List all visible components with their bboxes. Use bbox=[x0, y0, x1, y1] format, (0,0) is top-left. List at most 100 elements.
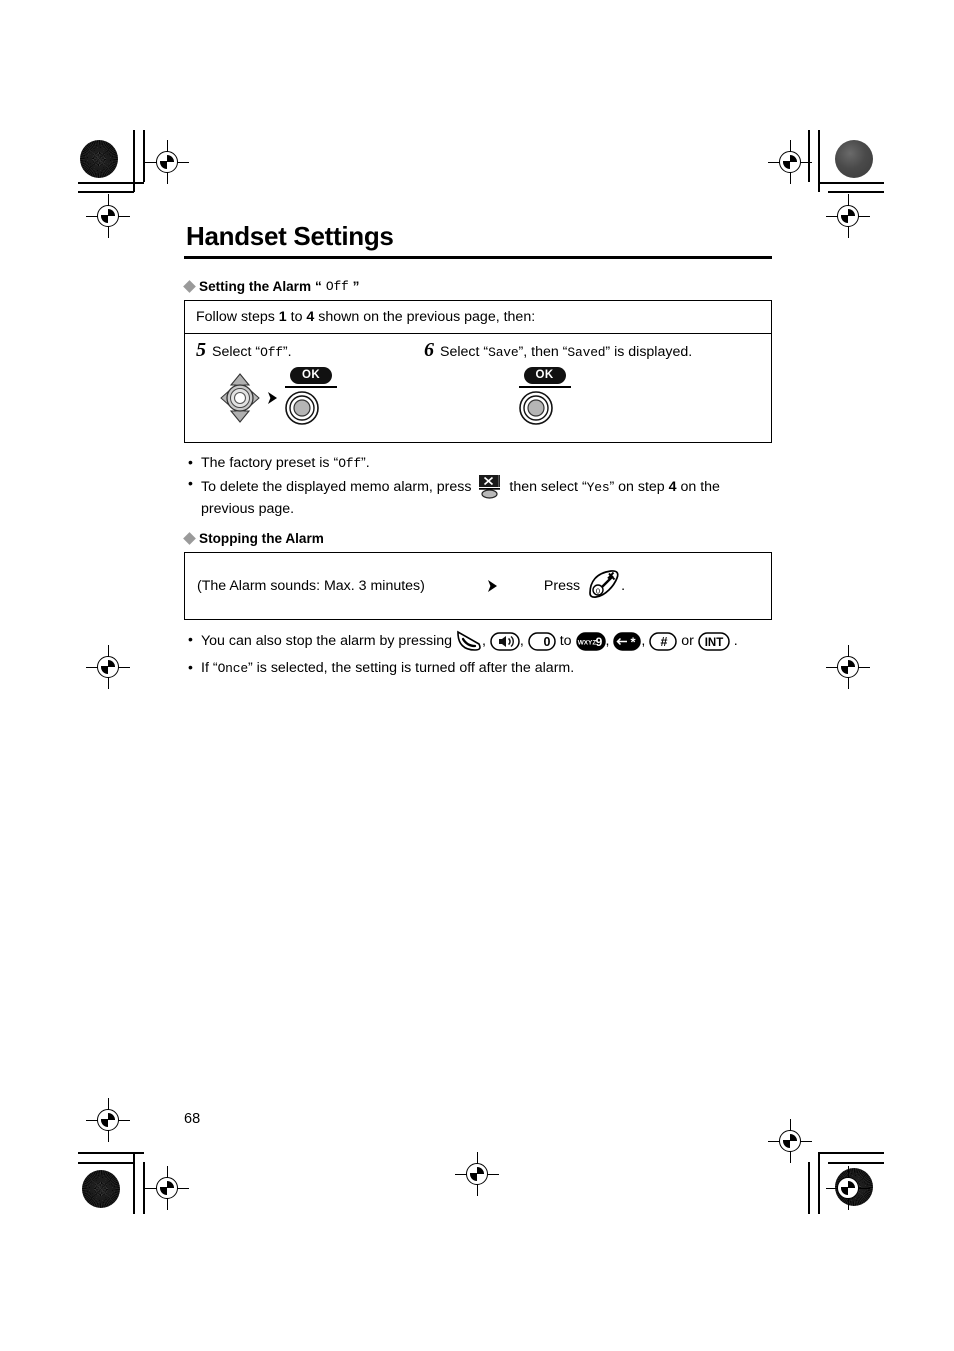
registration-target bbox=[826, 194, 870, 238]
list-item: If “Once” is selected, the setting is tu… bbox=[184, 657, 772, 679]
step-6-illustration: OK bbox=[424, 367, 761, 430]
steps-container: 5 Select “Off”. OK 6 Select “Save”, then… bbox=[185, 334, 771, 442]
comma-4: , bbox=[641, 632, 650, 649]
crop-rule bbox=[828, 191, 884, 193]
right-arrow-icon bbox=[267, 391, 278, 405]
step-6-text-value2: Saved bbox=[567, 345, 606, 361]
digit-9-key-icon: WXYZ 9 bbox=[575, 632, 606, 657]
section-heading-value: Off bbox=[325, 279, 349, 295]
alarm-off-notes: The factory preset is “Off”. To delete t… bbox=[184, 452, 772, 520]
note-text-to: to bbox=[555, 632, 576, 649]
svg-text:9: 9 bbox=[595, 635, 602, 649]
registration-target bbox=[455, 1152, 499, 1196]
note-text-post: ”. bbox=[361, 454, 370, 471]
note-text-pre: The factory preset is “ bbox=[201, 454, 339, 471]
registration-target bbox=[768, 140, 812, 184]
section-heading-text: Setting the Alarm bbox=[199, 279, 312, 295]
ok-key-icon: OK bbox=[285, 367, 337, 430]
section-heading-setting-alarm: Setting the Alarm “ Off ” bbox=[183, 279, 772, 295]
ok-key-underline bbox=[285, 386, 337, 388]
section-heading-quote-open: “ bbox=[315, 279, 322, 295]
star-key-icon: * bbox=[613, 632, 642, 657]
talk-key-icon bbox=[456, 630, 482, 658]
ok-key-underline bbox=[518, 386, 571, 388]
section-heading-quote-close: ” bbox=[352, 279, 360, 295]
svg-text:0: 0 bbox=[596, 586, 600, 595]
step-6-text-pre: Select “ bbox=[440, 344, 489, 361]
stopping-alarm-panel: (The Alarm sounds: Max. 3 minutes) Press… bbox=[184, 551, 772, 620]
navigator-key-icon bbox=[220, 373, 260, 424]
step-6-text-mid: ”, then “ bbox=[518, 344, 568, 361]
comma-3: , bbox=[605, 632, 614, 649]
crop-rule bbox=[818, 1152, 884, 1154]
note-text-or: or bbox=[677, 632, 698, 649]
diamond-bullet-icon bbox=[183, 531, 196, 545]
ok-key-button bbox=[285, 390, 337, 430]
panel-head-num1: 1 bbox=[278, 309, 287, 326]
hash-key-icon: # bbox=[649, 632, 678, 657]
right-arrow-icon bbox=[487, 579, 498, 593]
steps-panel-header: Follow steps 1 to 4 shown on the previou… bbox=[185, 301, 771, 335]
registration-target bbox=[86, 1098, 130, 1142]
digit-0-key-icon: 0 bbox=[528, 632, 556, 657]
note-step-number: 4 bbox=[668, 479, 677, 496]
stopping-alarm-notes: You can also stop the alarm by pressing … bbox=[184, 629, 772, 679]
step-5-number: 5 bbox=[196, 339, 206, 362]
registration-target bbox=[145, 140, 189, 184]
step-6: 6 Select “Save”, then “Saved” is display… bbox=[424, 340, 761, 430]
note-text-mid: then select “ bbox=[505, 479, 587, 496]
svg-text:WXYZ: WXYZ bbox=[577, 639, 596, 646]
svg-text:#: # bbox=[661, 635, 668, 649]
step-6-number: 6 bbox=[424, 339, 434, 362]
note-text-pre: You can also stop the alarm by pressing bbox=[201, 632, 456, 649]
crop-rule bbox=[828, 1162, 884, 1164]
color-calibration-dot bbox=[82, 1170, 120, 1208]
title-divider bbox=[184, 256, 772, 260]
color-calibration-dot bbox=[835, 140, 873, 178]
svg-text:INT: INT bbox=[705, 637, 724, 649]
note-value: Yes bbox=[586, 480, 610, 496]
note-text-post: ” is selected, the setting is turned off… bbox=[247, 660, 575, 677]
crop-rule bbox=[133, 1152, 135, 1214]
registration-target bbox=[826, 645, 870, 689]
step-5-text: Select “Off”. bbox=[212, 344, 292, 360]
registration-target bbox=[86, 645, 130, 689]
int-key-icon: INT bbox=[698, 632, 730, 657]
stopping-alarm-row: (The Alarm sounds: Max. 3 minutes) Press… bbox=[197, 569, 759, 603]
list-item: To delete the displayed memo alarm, pres… bbox=[184, 473, 772, 519]
step-6-text-value1: Save bbox=[488, 345, 519, 361]
note-value: Once bbox=[217, 661, 249, 677]
step-5-text-value: Off bbox=[260, 345, 283, 361]
section-heading-stopping-alarm: Stopping the Alarm bbox=[183, 530, 772, 546]
note-text-mid2: ” on step bbox=[609, 479, 669, 496]
panel-head-part3: shown on the previous page, then: bbox=[314, 309, 536, 326]
list-item: You can also stop the alarm by pressing … bbox=[184, 629, 772, 658]
crop-rule bbox=[808, 1162, 810, 1214]
alarm-duration-text: (The Alarm sounds: Max. 3 minutes) bbox=[197, 577, 425, 594]
section-heading-text: Stopping the Alarm bbox=[199, 530, 324, 546]
steps-panel: Follow steps 1 to 4 shown on the previou… bbox=[184, 300, 772, 443]
step-5: 5 Select “Off”. OK bbox=[196, 340, 424, 430]
registration-target bbox=[86, 194, 130, 238]
svg-text:0: 0 bbox=[543, 635, 550, 649]
note-text-post: . bbox=[729, 632, 738, 649]
step-5-text-post: ”. bbox=[282, 344, 292, 361]
crop-rule bbox=[78, 182, 144, 184]
ok-key-icon: OK bbox=[518, 367, 571, 430]
page-content: Handset Settings Setting the Alarm “ Off… bbox=[183, 221, 772, 679]
crop-rule bbox=[818, 1152, 820, 1214]
step-6-text-post: ” is displayed. bbox=[605, 344, 693, 361]
erase-key-icon bbox=[477, 474, 503, 500]
comma-2: , bbox=[519, 632, 528, 649]
crop-rule bbox=[818, 182, 884, 184]
speakerphone-key-icon bbox=[490, 632, 520, 657]
registration-target bbox=[768, 1119, 812, 1163]
step-6-text: Select “Save”, then “Saved” is displayed… bbox=[440, 344, 692, 360]
color-calibration-dot bbox=[80, 140, 118, 178]
step-5-text-pre: Select “ bbox=[212, 344, 261, 361]
off-hook-key-icon: 0 bbox=[587, 569, 621, 603]
registration-target bbox=[826, 1166, 870, 1210]
press-period: . bbox=[621, 577, 626, 594]
panel-head-part2: to bbox=[286, 309, 307, 326]
ok-key-label: OK bbox=[523, 367, 566, 385]
